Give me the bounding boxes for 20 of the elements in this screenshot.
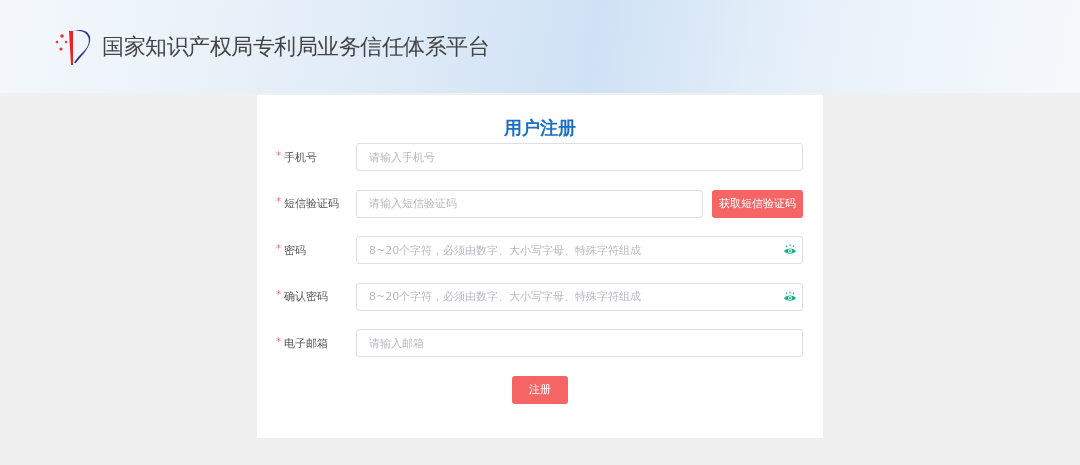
field-label: 手机号: [284, 149, 317, 165]
input-field[interactable]: 请输入邮箱: [356, 329, 803, 357]
field-label: 密码: [284, 242, 306, 258]
input-field[interactable]: 请输入短信验证码: [356, 189, 703, 218]
eye-icon[interactable]: [783, 244, 797, 256]
field-label: 电子邮箱: [284, 335, 328, 351]
required-mark: *: [276, 289, 281, 302]
required-mark: *: [276, 335, 281, 349]
get-code-button[interactable]: 获取短信验证码: [712, 189, 803, 218]
password-field[interactable]: 8~20个字符，必须由数字、大小写字母、特殊字符组成: [356, 282, 803, 311]
form-title: 用户注册: [503, 117, 576, 139]
password-field[interactable]: 8~20个字符，必须由数字、大小写字母、特殊字符组成: [356, 236, 803, 264]
required-mark: *: [276, 196, 281, 209]
required-mark: *: [276, 149, 281, 163]
field-label: 短信验证码: [284, 196, 339, 211]
field-label: 确认密码: [284, 289, 328, 304]
eye-icon[interactable]: [783, 290, 797, 303]
required-mark: *: [276, 242, 281, 256]
register-button[interactable]: 注册: [511, 375, 568, 404]
site-title: 国家知识产权局专利局业务信任体系平台: [102, 32, 489, 61]
